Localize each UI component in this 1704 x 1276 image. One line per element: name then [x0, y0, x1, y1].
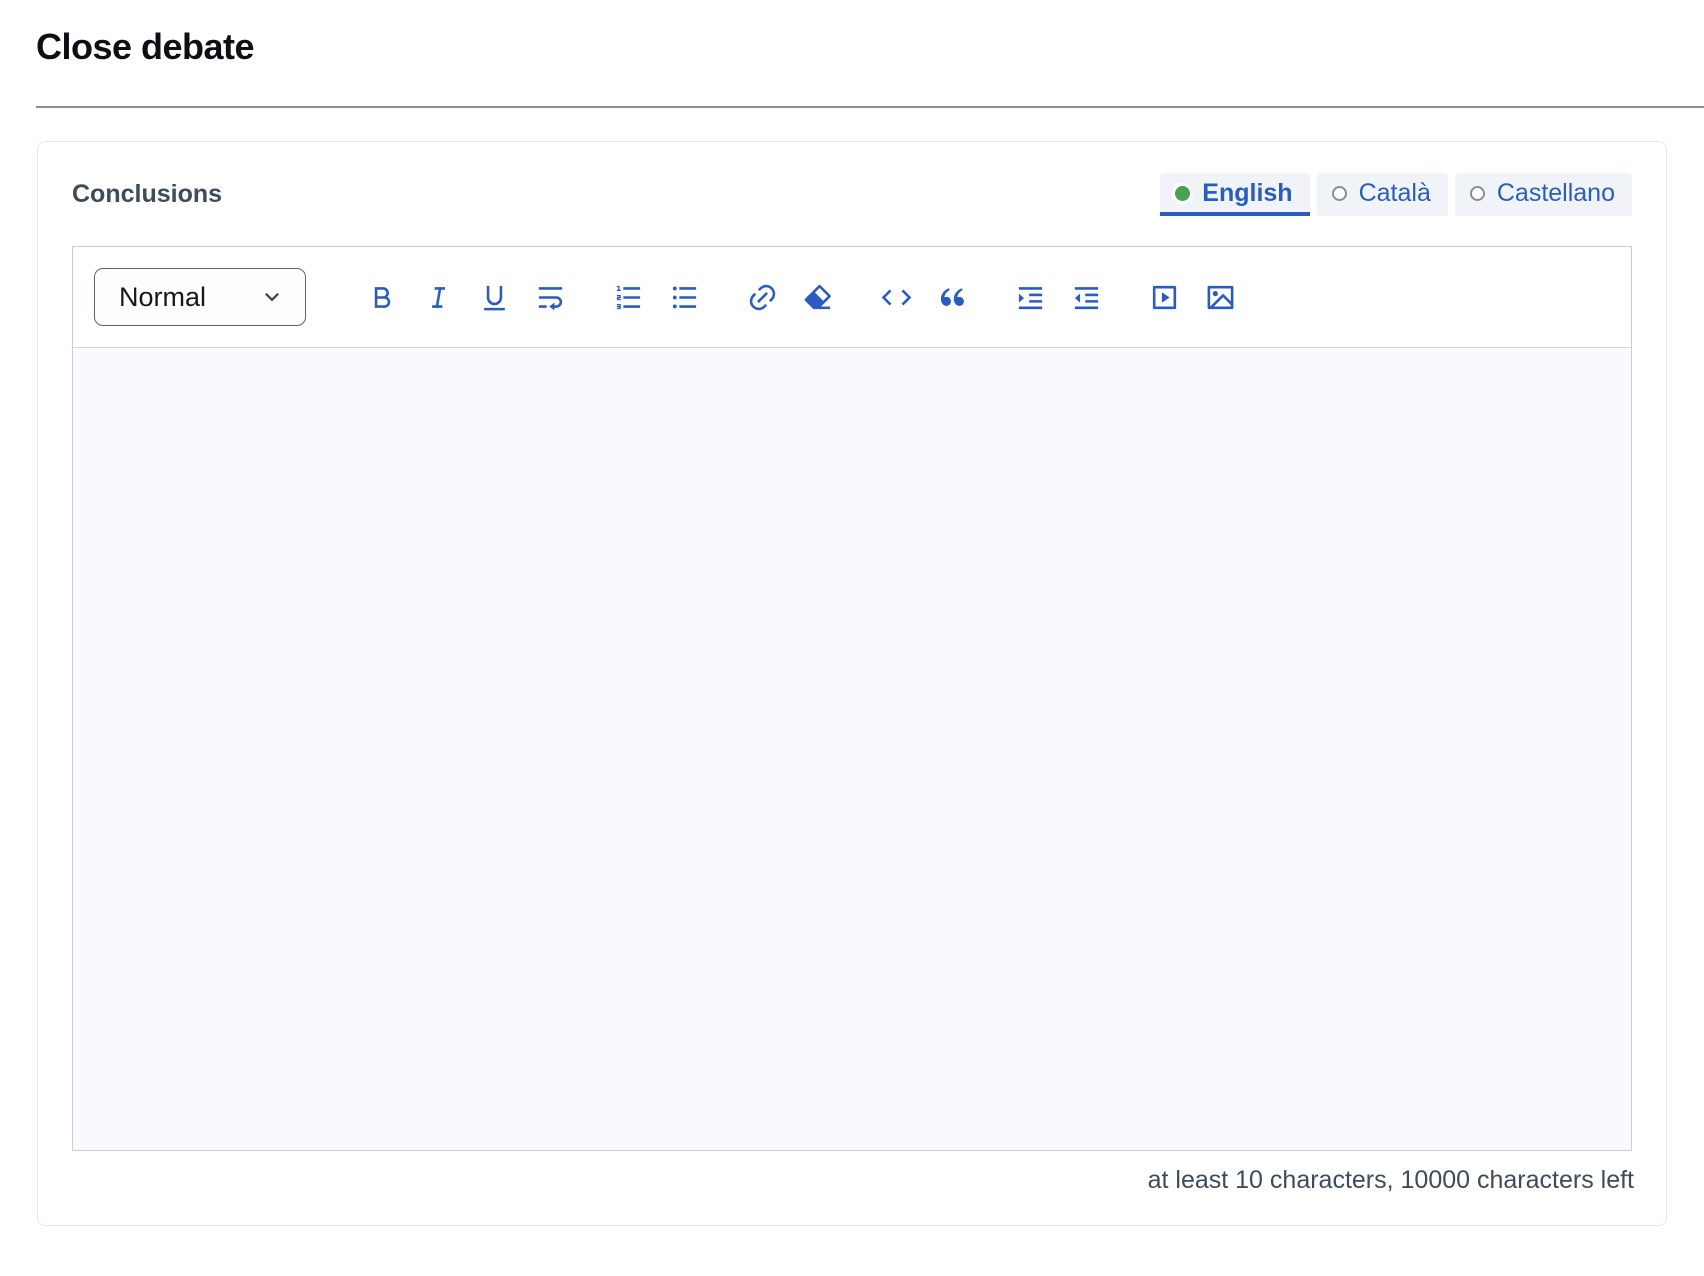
language-tab-english[interactable]: English: [1160, 173, 1309, 216]
editor-content-area[interactable]: [73, 348, 1631, 1150]
clear-format-button[interactable]: [790, 275, 846, 319]
code-quote-group: [868, 275, 980, 319]
selected-radio-icon: [1175, 186, 1190, 201]
text-wrap-button[interactable]: [522, 275, 578, 319]
video-button[interactable]: [1136, 275, 1192, 319]
quote-icon: [937, 282, 968, 313]
link-button[interactable]: [734, 275, 790, 319]
language-tab-label: Català: [1359, 179, 1431, 208]
language-tab-castellano[interactable]: Castellano: [1455, 173, 1632, 216]
video-icon: [1149, 282, 1180, 313]
text-wrap-icon: [535, 282, 566, 313]
language-tab-label: English: [1202, 179, 1292, 208]
link-icon: [747, 282, 778, 313]
card-header: Conclusions English Català Castellano: [72, 172, 1632, 216]
indent-increase-icon: [1015, 282, 1046, 313]
list-group: [600, 275, 712, 319]
language-tab-catala[interactable]: Català: [1317, 173, 1448, 216]
indent-decrease-button[interactable]: [1058, 275, 1114, 319]
unselected-radio-icon: [1470, 186, 1485, 201]
blockquote-button[interactable]: [924, 275, 980, 319]
ordered-list-icon: [613, 282, 644, 313]
image-icon: [1205, 282, 1236, 313]
conclusions-field-label: Conclusions: [72, 180, 222, 209]
unordered-list-icon: [669, 282, 700, 313]
code-button[interactable]: [868, 275, 924, 319]
paragraph-style-value: Normal: [119, 282, 206, 313]
language-tab-label: Castellano: [1497, 179, 1615, 208]
character-count-helper: at least 10 characters, 10000 characters…: [72, 1166, 1634, 1195]
editor-toolbar: Normal: [73, 247, 1631, 348]
italic-button[interactable]: [410, 275, 466, 319]
unordered-list-button[interactable]: [656, 275, 712, 319]
link-group: [734, 275, 846, 319]
bold-icon: [367, 282, 398, 313]
conclusions-card: Conclusions English Català Castellano: [37, 141, 1667, 1226]
indent-decrease-icon: [1071, 282, 1102, 313]
paragraph-style-dropdown[interactable]: Normal: [94, 268, 306, 326]
rich-text-editor: Normal: [72, 246, 1632, 1151]
media-group: [1136, 275, 1248, 319]
ordered-list-button[interactable]: [600, 275, 656, 319]
indent-group: [1002, 275, 1114, 319]
text-style-group: [354, 275, 578, 319]
underline-button[interactable]: [466, 275, 522, 319]
image-button[interactable]: [1192, 275, 1248, 319]
unselected-radio-icon: [1332, 186, 1347, 201]
code-icon: [881, 282, 912, 313]
underline-icon: [479, 282, 510, 313]
language-selector: English Català Castellano: [1160, 173, 1632, 216]
eraser-icon: [803, 282, 834, 313]
italic-icon: [423, 282, 454, 313]
indent-increase-button[interactable]: [1002, 275, 1058, 319]
close-debate-page: Close debate Conclusions English Català …: [0, 26, 1704, 1276]
bold-button[interactable]: [354, 275, 410, 319]
title-divider: [36, 106, 1704, 108]
page-title: Close debate: [36, 26, 1668, 68]
toolbar-icon-groups: [354, 275, 1270, 319]
chevron-down-icon: [259, 284, 285, 310]
